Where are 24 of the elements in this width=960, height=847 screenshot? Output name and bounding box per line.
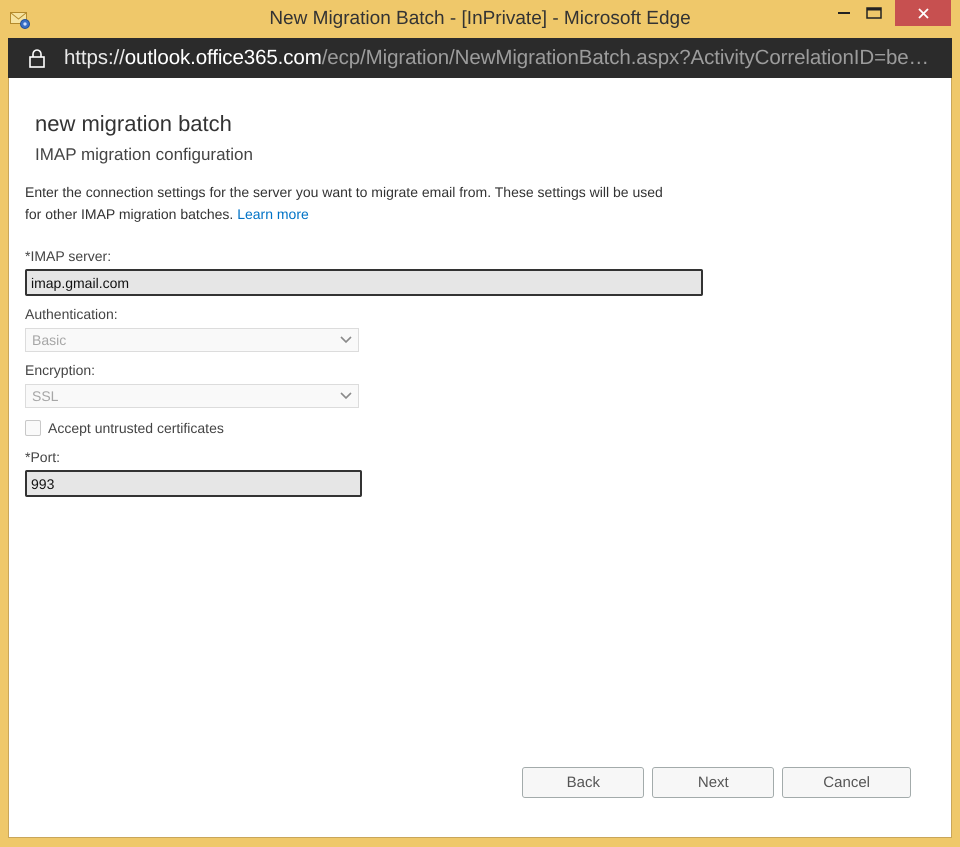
- lock-icon: [29, 48, 45, 68]
- chevron-down-icon: [340, 336, 352, 344]
- page-title: new migration batch: [35, 110, 232, 138]
- envelope-gear-icon: [10, 10, 31, 30]
- checkbox[interactable]: [25, 420, 41, 436]
- dialog-button[interactable]: Next: [652, 767, 774, 798]
- checkbox-label: Accept untrusted certificates: [48, 420, 224, 436]
- close-icon: [918, 8, 928, 18]
- minimize-icon: [838, 12, 850, 14]
- intro-text: Enter the connection settings for the server you want to migrate email from. These settings will be used for other IMAP migration batches. Learn more: [25, 183, 664, 224]
- learn-more-link[interactable]: Learn more: [237, 206, 309, 222]
- field-label: Authentication:: [25, 305, 118, 323]
- dialog-button[interactable]: Back: [522, 767, 644, 798]
- chevron-down-icon: [340, 392, 352, 400]
- close-button[interactable]: [895, 0, 951, 26]
- field-label: Encryption:: [25, 361, 96, 379]
- page-subtitle: IMAP migration configuration: [35, 144, 253, 166]
- field-label: *IMAP server:: [25, 247, 112, 265]
- maximize-icon: [866, 7, 882, 19]
- window-title: New Migration Batch - [InPrivate] - Microsoft Edge: [269, 7, 691, 31]
- imap-server-field[interactable]: imap.gmail.com: [25, 269, 703, 296]
- dialog-button[interactable]: Cancel: [782, 767, 911, 798]
- field-label: *Port:: [25, 448, 60, 466]
- port-field[interactable]: 993: [25, 470, 362, 497]
